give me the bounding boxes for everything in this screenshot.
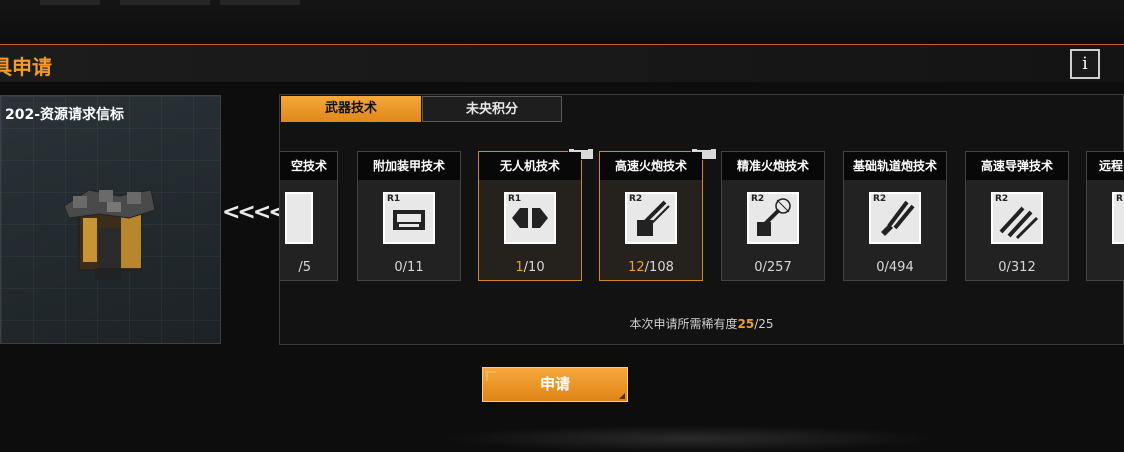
scroll-left-arrows[interactable]: <<<< [222, 200, 287, 225]
bottom-decoration [440, 425, 940, 452]
card-name: 附加装甲技术 [358, 152, 460, 180]
requirement-label: 本次申请所需稀有度 [629, 317, 738, 331]
tech-card[interactable]: 远程 R [1086, 151, 1124, 281]
card-name: 高速导弹技术 [966, 152, 1068, 180]
tech-card-list: 空技术 /5 附加装甲技术 R1 0/11 无人机技术 R1 1/10 高速火炮… [280, 149, 1124, 285]
top-bar-segment [220, 0, 300, 5]
rank-label: R [1116, 194, 1123, 204]
card-owned: 0 [394, 260, 403, 275]
beacon-icon [63, 189, 156, 280]
card-count: 0/312 [966, 260, 1068, 275]
tech-card[interactable]: 高速导弹技术 R2 0/312 [965, 151, 1069, 281]
card-total: /11 [402, 260, 424, 275]
top-bar-segment [120, 0, 210, 5]
tab-weiyang-points[interactable]: 未央积分 [422, 96, 562, 122]
card-owned: 0 [998, 260, 1007, 275]
tab-weapon-tech[interactable]: 武器技术 [281, 96, 421, 122]
card-owned: 0 [876, 260, 885, 275]
card-name: 精准火炮技术 [722, 152, 824, 180]
top-strip [0, 0, 1124, 40]
title-bar: 具申请 i [0, 44, 1124, 82]
card-total: /312 [1006, 260, 1036, 275]
card-owned: 0 [754, 260, 763, 275]
page-title: 具申请 [0, 55, 52, 79]
card-name: 高速火炮技术 [600, 152, 702, 180]
card-name: 无人机技术 [479, 152, 581, 180]
tech-panel: 武器技术 未央积分 空技术 /5 附加装甲技术 R1 0/11 无人机技术 R1 [279, 94, 1124, 345]
info-button[interactable]: i [1070, 49, 1100, 79]
card-total: /5 [298, 260, 311, 275]
precision-cannon-icon: R2 [747, 192, 799, 244]
card-count: /5 [280, 260, 337, 275]
card-total: /108 [644, 260, 674, 275]
rarity-requirement: 本次申请所需稀有度25/25 [280, 315, 1123, 332]
card-name: 空技术 [280, 152, 337, 180]
item-name: 202-资源请求信标 [5, 107, 125, 123]
card-owned: 1 [515, 260, 524, 275]
drone-icon: R1 [504, 192, 556, 244]
card-owned: 12 [628, 260, 645, 275]
card-count: 0/494 [844, 260, 946, 275]
apply-button[interactable]: 申请 [482, 367, 628, 402]
partial-icon [285, 192, 313, 244]
card-count: 1/10 [479, 260, 581, 275]
tech-card[interactable]: 空技术 /5 [280, 151, 338, 281]
card-total: /257 [762, 260, 792, 275]
card-count: 0/257 [722, 260, 824, 275]
card-total: /10 [523, 260, 545, 275]
armor-plate-icon: R1 [383, 192, 435, 244]
card-name: 基础轨道炮技术 [844, 152, 946, 180]
card-count: 0/11 [358, 260, 460, 275]
tech-card[interactable]: 附加装甲技术 R1 0/11 [357, 151, 461, 281]
top-bar-segment [40, 0, 100, 5]
item-preview-panel: 202-资源请求信标 [0, 95, 221, 344]
card-count: 12/108 [600, 260, 702, 275]
cannon-icon: R2 [625, 192, 677, 244]
tech-card[interactable]: 基础轨道炮技术 R2 0/494 [843, 151, 947, 281]
requirement-max: /25 [754, 317, 774, 331]
card-total: /494 [884, 260, 914, 275]
partial-icon: R [1112, 192, 1124, 244]
tech-card-selected[interactable]: 高速火炮技术 R2 12/108 [599, 149, 717, 281]
tech-card-selected[interactable]: 无人机技术 R1 1/10 [478, 149, 594, 281]
card-name: 远程 [1087, 152, 1124, 180]
requirement-current: 25 [737, 317, 755, 331]
railgun-icon: R2 [869, 192, 921, 244]
tech-card[interactable]: 精准火炮技术 R2 0/257 [721, 151, 825, 281]
missile-icon: R2 [991, 192, 1043, 244]
